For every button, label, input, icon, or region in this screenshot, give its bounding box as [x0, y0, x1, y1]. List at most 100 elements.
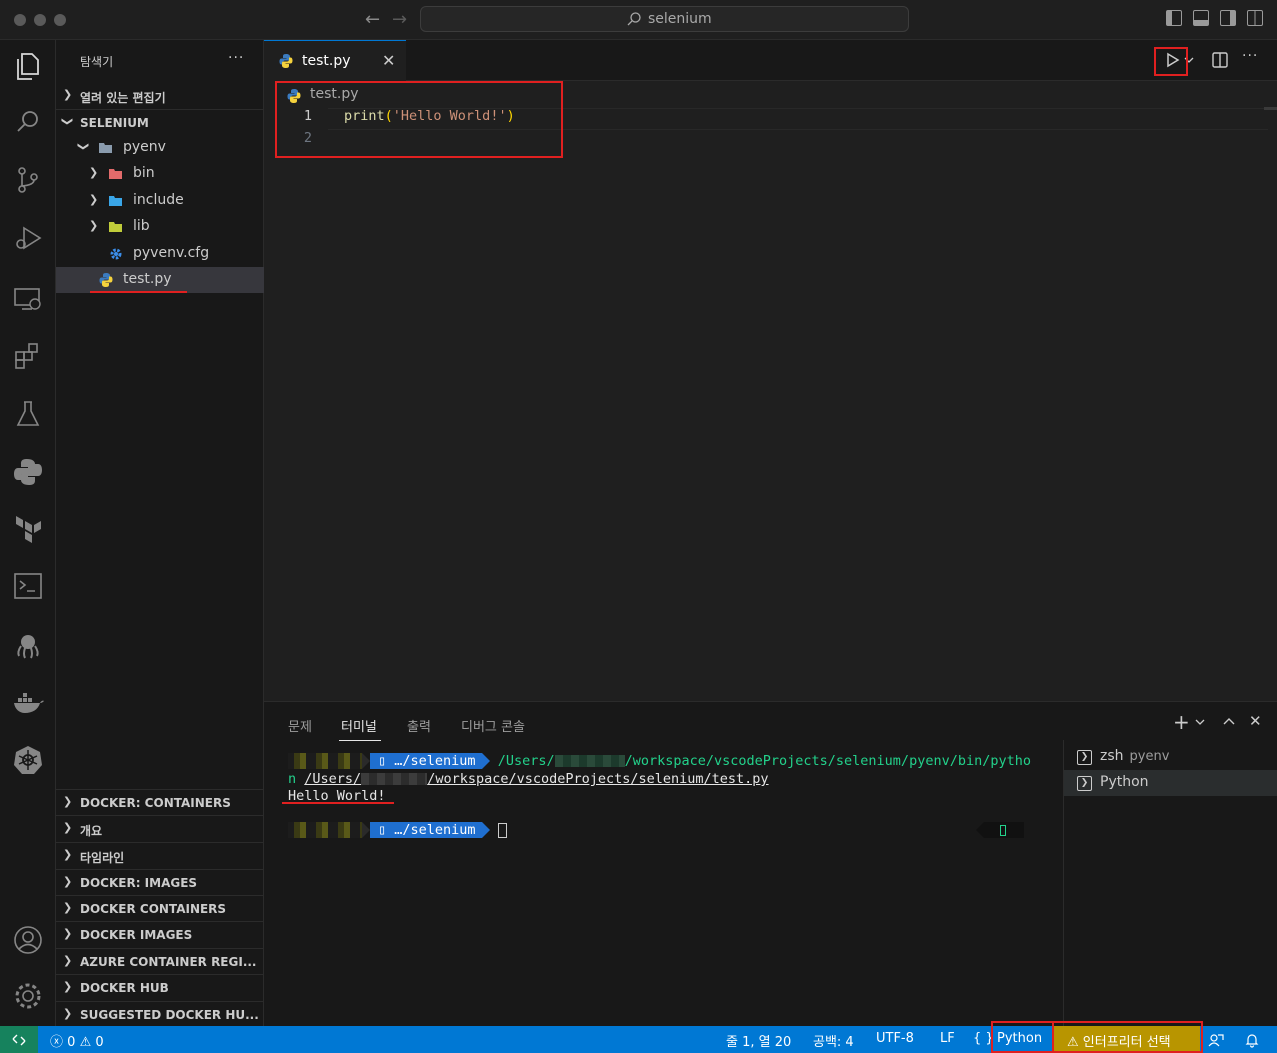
chevron-right-icon: ❯: [63, 901, 73, 914]
errors-warnings[interactable]: ⓧ 0 ⚠ 0: [50, 1031, 104, 1050]
warning-icon: ⚠: [79, 1035, 92, 1050]
editor-tabs: test.py ✕ ···: [264, 40, 1277, 81]
prompt-user-segment: [288, 822, 362, 838]
close-tab-icon[interactable]: ✕: [382, 51, 395, 70]
annotation-underline-test-py: [90, 291, 187, 293]
active-tab-indicator: [339, 740, 381, 741]
manage-gear-icon[interactable]: [10, 978, 46, 1014]
command-center-search[interactable]: selenium: [420, 6, 909, 32]
folder-include-icon: [109, 196, 122, 206]
forward-arrow-icon[interactable]: →: [392, 9, 407, 30]
tab-output[interactable]: 출력: [407, 716, 431, 735]
python-icon[interactable]: [10, 454, 46, 490]
terminal-icon: ❯: [1077, 776, 1092, 791]
tree-folder-include[interactable]: ❯ include: [56, 188, 264, 214]
split-editor-icon[interactable]: [1211, 51, 1229, 69]
terminal-dropdown-chevron-icon[interactable]: [1195, 718, 1205, 726]
annotation-box-interpreter: [991, 1021, 1203, 1053]
section-timeline[interactable]: ❯ 타임라인: [56, 842, 264, 868]
tree-folder-lib[interactable]: ❯ lib: [56, 214, 264, 240]
gear-file-icon: [110, 248, 122, 260]
editor-more-actions-icon[interactable]: ···: [1242, 48, 1260, 66]
python-file-icon: [279, 54, 293, 68]
section-open-editors[interactable]: ❯ 열려 있는 편집기: [56, 83, 264, 109]
close-window-button[interactable]: [14, 14, 26, 26]
folder-glyph-icon: ▯: [378, 822, 395, 838]
chevron-right-icon: ❯: [63, 954, 73, 967]
title-bar: ← → selenium: [0, 0, 1277, 40]
feedback-icon[interactable]: [1208, 1032, 1224, 1048]
notifications-bell-icon[interactable]: [1244, 1032, 1260, 1048]
annotation-box-code: [275, 81, 563, 158]
sidebar-more-actions-icon[interactable]: ···: [228, 50, 244, 66]
back-arrow-icon[interactable]: ←: [365, 9, 380, 30]
encoding[interactable]: UTF-8: [876, 1031, 914, 1046]
remote-indicator[interactable]: [0, 1026, 38, 1053]
folder-bin-icon: [109, 169, 122, 179]
terraform-icon[interactable]: [10, 510, 46, 546]
minimize-window-button[interactable]: [34, 14, 46, 26]
tab-terminal[interactable]: 터미널: [341, 716, 377, 735]
accounts-icon[interactable]: [10, 922, 46, 958]
chevron-right-icon: ❯: [63, 821, 73, 834]
folder-open-icon: [99, 143, 112, 153]
toggle-panel-icon[interactable]: [1193, 10, 1209, 26]
zoom-window-button[interactable]: [54, 14, 66, 26]
section-azure-registry[interactable]: ❯ AZURE CONTAINER REGI...: [56, 948, 264, 974]
docker-icon[interactable]: [10, 684, 46, 720]
cursor-position[interactable]: 줄 1, 열 20: [726, 1031, 791, 1050]
run-and-debug-icon[interactable]: [10, 220, 46, 256]
tree-file-test-py[interactable]: test.py: [56, 267, 264, 293]
tab-problems[interactable]: 문제: [288, 716, 312, 735]
bottom-panel: 문제 터미널 출력 디버그 콘솔 + ✕ ▯ …/selenium /Users…: [264, 701, 1277, 1027]
tab-debug-console[interactable]: 디버그 콘솔: [461, 716, 525, 735]
search-icon[interactable]: [10, 104, 46, 140]
terminal-list: ❯ zsh pyenv ❯ Python: [1063, 740, 1277, 1027]
section-docker-containers-2[interactable]: ❯ DOCKER CONTAINERS: [56, 895, 264, 921]
sidebar-title: 탐색기: [80, 55, 114, 69]
octopus-icon[interactable]: [10, 628, 46, 664]
source-control-icon[interactable]: [10, 162, 46, 198]
customize-layout-icon[interactable]: [1247, 10, 1263, 26]
tree-folder-pyenv[interactable]: ❯ pyenv: [56, 135, 264, 161]
maximize-panel-chevron-up-icon[interactable]: [1222, 716, 1236, 726]
terminal-line-prompt[interactable]: ▯ …/selenium: [288, 822, 507, 840]
tab-test-py[interactable]: test.py ✕: [264, 40, 406, 81]
section-docker-images[interactable]: ❯ DOCKER: IMAGES: [56, 869, 264, 895]
end-of-line[interactable]: LF: [940, 1031, 955, 1046]
new-terminal-plus-icon[interactable]: +: [1173, 710, 1190, 734]
chevron-right-icon: ❯: [63, 875, 73, 888]
terminal-line-command[interactable]: ▯ …/selenium /Users//workspace/vscodePro…: [288, 753, 1031, 771]
chevron-down-icon: ❯: [61, 116, 75, 127]
section-suggested-docker-hub[interactable]: ❯ SUGGESTED DOCKER HU...: [56, 1001, 264, 1027]
terminal-item-zsh[interactable]: ❯ zsh pyenv: [1064, 744, 1277, 770]
remote-explorer-icon[interactable]: [10, 280, 46, 316]
indentation[interactable]: 공백: 4: [813, 1031, 854, 1050]
activity-bar: [0, 40, 56, 1026]
tree-file-pyvenv-cfg[interactable]: pyvenv.cfg: [56, 241, 264, 267]
tree-folder-bin[interactable]: ❯ bin: [56, 161, 264, 187]
remote-icon: [12, 1034, 26, 1046]
toggle-primary-sidebar-icon[interactable]: [1166, 10, 1182, 26]
section-workspace[interactable]: ❯ SELENIUM: [56, 109, 264, 135]
terminal-item-python[interactable]: ❯ Python: [1064, 770, 1277, 796]
extensions-icon[interactable]: [10, 338, 46, 374]
section-docker-images-2[interactable]: ❯ DOCKER IMAGES: [56, 921, 264, 947]
chevron-right-icon: ❯: [89, 166, 99, 179]
kubernetes-icon[interactable]: [10, 742, 46, 778]
testing-icon[interactable]: [10, 396, 46, 432]
section-docker-hub[interactable]: ❯ DOCKER HUB: [56, 974, 264, 1000]
explorer-icon[interactable]: [10, 48, 46, 84]
annotation-box-run-button: [1154, 47, 1188, 76]
section-outline[interactable]: ❯ 개요: [56, 815, 264, 841]
search-icon: [627, 12, 641, 26]
terminal-line-command-wrap[interactable]: n /Users//workspace/vscodeProjects/selen…: [288, 771, 769, 789]
redacted-username: [554, 755, 625, 767]
terminal-view-icon[interactable]: [10, 568, 46, 604]
close-panel-icon[interactable]: ✕: [1249, 712, 1262, 730]
explorer-sidebar: 탐색기 ··· ❯ 열려 있는 편집기 ❯ SELENIUM ❯ pyenv ❯…: [56, 40, 264, 1026]
redacted-username: [361, 773, 428, 785]
code-editor[interactable]: test.py 1 print('Hello World!') 2: [264, 81, 1277, 701]
toggle-secondary-sidebar-icon[interactable]: [1220, 10, 1236, 26]
section-docker-containers[interactable]: ❯ DOCKER: CONTAINERS: [56, 789, 264, 815]
